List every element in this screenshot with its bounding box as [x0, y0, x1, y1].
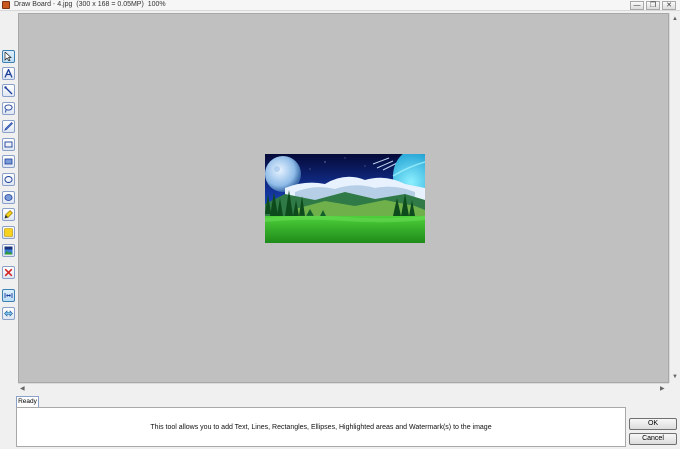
highlight-area-icon — [4, 228, 13, 237]
actual-size-button[interactable] — [2, 307, 15, 320]
watermark-tool-button[interactable] — [2, 244, 15, 257]
scroll-up-icon[interactable]: ▲ — [672, 16, 678, 22]
file-info: (300 x 168 = 0.05MP) — [76, 1, 144, 8]
info-message: This tool allows you to add Text, Lines,… — [150, 424, 492, 431]
select-tool-button[interactable] — [2, 50, 15, 63]
drawing-canvas[interactable] — [18, 13, 669, 383]
highlighter-tool-button[interactable] — [2, 208, 15, 221]
filled-ellipse-icon — [4, 194, 13, 201]
title-separator: - — [52, 1, 56, 8]
ok-button[interactable]: OK — [629, 418, 677, 430]
status-tab[interactable]: Ready — [16, 396, 39, 407]
scroll-left-icon[interactable]: ◀ — [20, 386, 25, 392]
vertical-scrollbar[interactable]: ▲ ▼ — [669, 13, 679, 383]
line-icon — [4, 86, 13, 95]
actual-size-icon — [4, 310, 13, 317]
highlighter-icon — [4, 210, 13, 219]
horizontal-scrollbar[interactable]: ◀ ▶ — [18, 383, 669, 393]
restore-button[interactable]: ❐ — [646, 1, 660, 10]
highlight-area-tool-button[interactable] — [2, 226, 15, 239]
zoom-level: 100% — [147, 1, 166, 8]
close-button[interactable]: ✕ — [662, 1, 676, 10]
fit-to-window-button[interactable] — [2, 289, 15, 302]
delete-tool-button[interactable] — [2, 266, 15, 279]
scroll-right-icon[interactable]: ▶ — [660, 386, 665, 392]
rectangle-tool-button[interactable] — [2, 138, 15, 151]
lasso-icon — [4, 104, 13, 113]
lasso-tool-button[interactable] — [2, 102, 15, 115]
filled-ellipse-tool-button[interactable] — [2, 191, 15, 204]
line-tool-button[interactable] — [2, 84, 15, 97]
window-title: Draw Board - 4.jpg (300 x 168 = 0.05MP) … — [14, 1, 166, 8]
filled-rectangle-icon — [4, 158, 13, 165]
minimize-button[interactable]: — — [630, 1, 644, 10]
pen-icon — [4, 122, 13, 131]
app-title: Draw Board — [14, 1, 51, 8]
image-preview — [265, 154, 425, 243]
title-bar: Draw Board - 4.jpg (300 x 168 = 0.05MP) … — [0, 0, 680, 11]
watermark-image-icon — [4, 246, 13, 255]
cancel-button[interactable]: Cancel — [629, 433, 677, 445]
app-icon — [2, 1, 10, 9]
info-panel: This tool allows you to add Text, Lines,… — [16, 407, 626, 447]
scroll-down-icon[interactable]: ▼ — [672, 374, 678, 380]
pointer-icon — [4, 52, 12, 61]
ellipse-tool-button[interactable] — [2, 173, 15, 186]
pen-tool-button[interactable] — [2, 120, 15, 133]
rectangle-icon — [4, 141, 13, 148]
tool-palette — [0, 12, 17, 394]
text-tool-button[interactable] — [2, 67, 15, 80]
filled-rectangle-tool-button[interactable] — [2, 155, 15, 168]
delete-icon — [4, 268, 13, 277]
fit-to-window-icon — [4, 293, 13, 298]
text-icon — [4, 69, 13, 78]
ellipse-icon — [4, 176, 13, 183]
file-name: 4.jpg — [57, 1, 73, 8]
